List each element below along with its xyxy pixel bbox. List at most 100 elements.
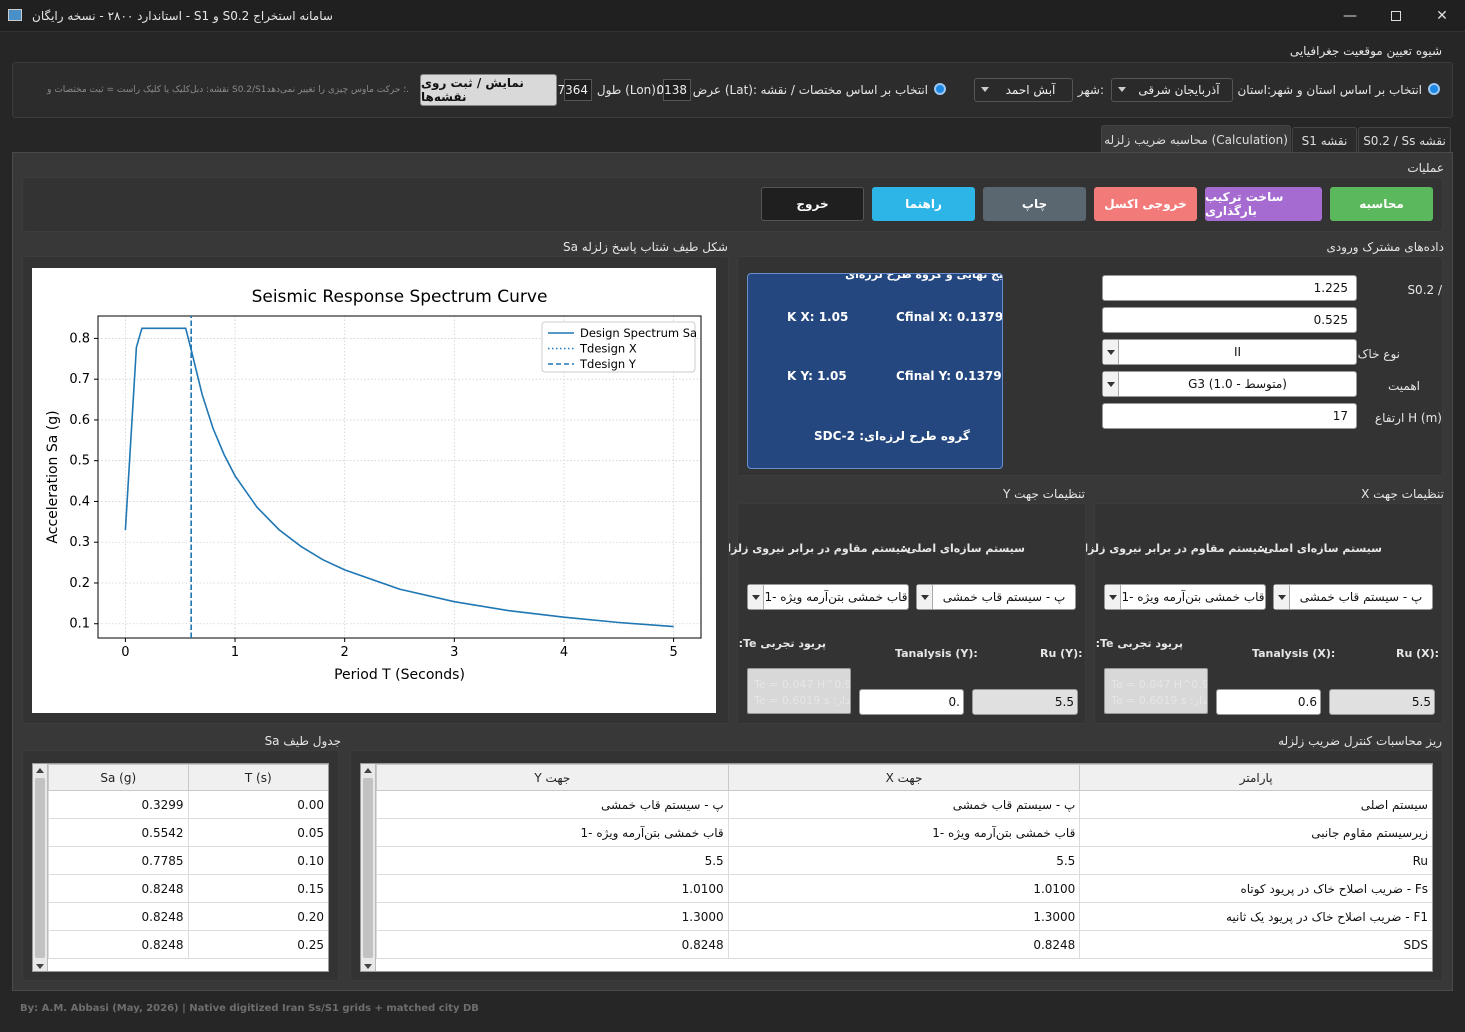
close-button[interactable]: ✕ [1419,0,1465,32]
x-tick-label: 5 [669,645,677,660]
radio-by-province[interactable] [1428,83,1440,95]
table-cell[interactable]: 5.5 [376,846,729,875]
table-cell[interactable]: 0.5542 [48,818,189,847]
table-row[interactable]: 0.5542 0.05 [48,818,328,847]
footer-credit: By: A.M. Abbasi (May, 2026) | Native dig… [20,1003,479,1014]
importance-select[interactable]: G3 (1.0 - متوسط) [1102,371,1357,397]
table-cell[interactable]: SDS [1079,930,1432,959]
city-label: شهر: [1077,83,1104,97]
table-cell[interactable]: 0.8248 [376,930,729,959]
excel-export-button[interactable]: خروجی اکسل [1094,187,1197,221]
table-row[interactable]: 0.8248 0.8248 SDS [376,930,1432,959]
table-cell[interactable]: 0.00 [187,790,328,819]
spectrum-table-scrollbar[interactable] [33,764,48,971]
table-row[interactable]: 0.8248 0.15 [48,874,328,903]
diry-lat-select[interactable]: 1- قاب خمشی بتن‌آرمه ویژه [747,584,909,610]
legend-label: Tdesign Y [579,357,637,371]
scroll-down-icon[interactable] [36,964,44,969]
s02-input[interactable]: 1.225 [1102,275,1357,301]
table-cell[interactable]: 0.8248 [48,874,189,903]
table-row[interactable]: 1.3000 1.3000 F1 - ضریب اصلاح خاک در پریود… [376,902,1432,931]
dirx-tanalysis-input[interactable]: 0.6 [1216,689,1321,715]
s1-input[interactable]: 0.525 [1102,307,1357,333]
tab-calculation[interactable]: محاسبه ضریب زلزله (Calculation) [1101,125,1291,153]
column-header-param[interactable]: پارامتر [1079,764,1432,791]
table-row[interactable]: 0.3299 0.00 [48,790,328,819]
y-tick-label: 0.5 [69,454,90,469]
table-row[interactable]: 0.8248 0.25 [48,930,328,959]
table-cell[interactable]: 1.3000 [376,902,729,931]
table-cell[interactable]: 0.05 [187,818,328,847]
tab-s02-map[interactable]: S0.2 / Ss نقشه [1358,127,1451,153]
table-row[interactable]: 0.7785 0.10 [48,846,328,875]
province-select[interactable]: آذربایجان شرقی [1111,78,1233,102]
table-cell[interactable]: 0.10 [187,846,328,875]
y-tick-label: 0.4 [69,494,90,509]
table-cell[interactable]: پ - سیستم قاب خمشی [376,790,729,819]
load-combination-button[interactable]: ساخت ترکیب بارگذاری [1205,187,1322,221]
soil-select[interactable]: II [1102,339,1357,365]
diry-tanalysis-label: Tanalysis (Y): [895,647,978,660]
calculate-button[interactable]: محاسبه [1330,187,1433,221]
column-header-x[interactable]: X جهت [727,764,1081,791]
table-cell[interactable]: 0.25 [187,930,328,959]
lat-input[interactable]: 0138 [656,79,691,101]
table-cell[interactable]: 0.3299 [48,790,189,819]
table-cell[interactable]: 0.20 [187,902,328,931]
dirx-main-select[interactable]: پ - سیستم قاب خمشی [1273,584,1433,610]
column-header-sa[interactable]: Sa (g) [48,764,189,791]
print-button[interactable]: چاپ [983,187,1086,221]
s02-label: S0.2 / [1407,283,1442,297]
chart-canvas: 0 1 2 3 4 5 0.1 0.2 0.3 0.4 0.5 0.6 0.7 0.8 Seismic Re… [32,268,716,713]
table-cell[interactable]: 1.0100 [727,874,1081,903]
show-maps-button[interactable]: نمایش / ثبت روی نقشه‌ها [420,74,557,106]
city-select[interactable]: آبش احمد [974,78,1073,102]
table-row[interactable]: 1- قاب خمشی بتن‌آرمه ویژه 1- قاب خمشی بتن… [376,818,1432,847]
column-header-y[interactable]: Y جهت [376,764,729,791]
diry-ru-input[interactable]: 5.5 [972,689,1078,715]
table-cell[interactable]: 0.7785 [48,846,189,875]
table-cell[interactable]: F1 - ضریب اصلاح خاک در پریود یک ثانیه [1079,902,1432,931]
diry-main-select[interactable]: پ - سیستم قاب خمشی [916,584,1076,610]
scroll-thumb[interactable] [363,778,373,958]
map-hint-text: نقشه: دبل‌کلیک یا کلیک راست = ثبت مختصات… [47,85,409,95]
table-row[interactable]: 0.8248 0.20 [48,902,328,931]
table-cell[interactable]: Fs - ضریب اصلاح خاک در پریود کوتاه [1079,874,1432,903]
help-button[interactable]: راهنما [872,187,975,221]
table-cell[interactable]: 1- قاب خمشی بتن‌آرمه ویژه [727,818,1081,847]
table-cell[interactable]: سیستم اصلی [1079,790,1432,819]
table-cell[interactable]: 1- قاب خمشی بتن‌آرمه ویژه [376,818,729,847]
maximize-button[interactable] [1373,0,1419,32]
dirx-ru-input[interactable]: 5.5 [1329,689,1435,715]
height-input[interactable]: 17 [1102,403,1357,429]
legend-label: Tdesign X [579,342,637,356]
radio-by-map[interactable] [934,83,946,95]
table-cell[interactable]: زیرسیستم مقاوم جانبی [1079,818,1432,847]
exit-button[interactable]: خروج [761,187,864,221]
legend-label: Design Spectrum Sa [580,326,697,340]
table-cell[interactable]: پ - سیستم قاب خمشی [727,790,1081,819]
scroll-thumb[interactable] [35,778,45,958]
table-cell[interactable]: 0.8248 [727,930,1081,959]
table-cell[interactable]: 1.3000 [727,902,1081,931]
lon-input[interactable]: 7364 [557,79,592,101]
table-row[interactable]: 5.5 5.5 Ru [376,846,1432,875]
tab-s1-map[interactable]: S1 نقشه [1292,127,1357,153]
table-cell[interactable]: 0.15 [187,874,328,903]
dirx-lat-select[interactable]: 1- قاب خمشی بتن‌آرمه ویژه [1104,584,1266,610]
table-cell[interactable]: Ru [1079,846,1432,875]
scroll-down-icon[interactable] [364,964,372,969]
table-cell[interactable]: 5.5 [727,846,1081,875]
control-table-wrap: Y جهت X جهت پارامتر پ - سیستم قاب خمشی پ … [360,763,1433,972]
minimize-button[interactable]: — [1327,0,1373,32]
table-cell[interactable]: 1.0100 [376,874,729,903]
column-header-t[interactable]: T (s) [187,764,328,791]
table-row[interactable]: 1.0100 1.0100 Fs - ضریب اصلاح خاک در پریود… [376,874,1432,903]
table-row[interactable]: پ - سیستم قاب خمشی پ - سیستم قاب خمشی سیست… [376,790,1432,819]
control-table-scrollbar[interactable] [361,764,376,971]
scroll-up-icon[interactable] [364,768,372,773]
table-cell[interactable]: 0.8248 [48,930,189,959]
table-cell[interactable]: 0.8248 [48,902,189,931]
diry-tanalysis-input[interactable]: 0. [859,689,964,715]
scroll-up-icon[interactable] [36,768,44,773]
